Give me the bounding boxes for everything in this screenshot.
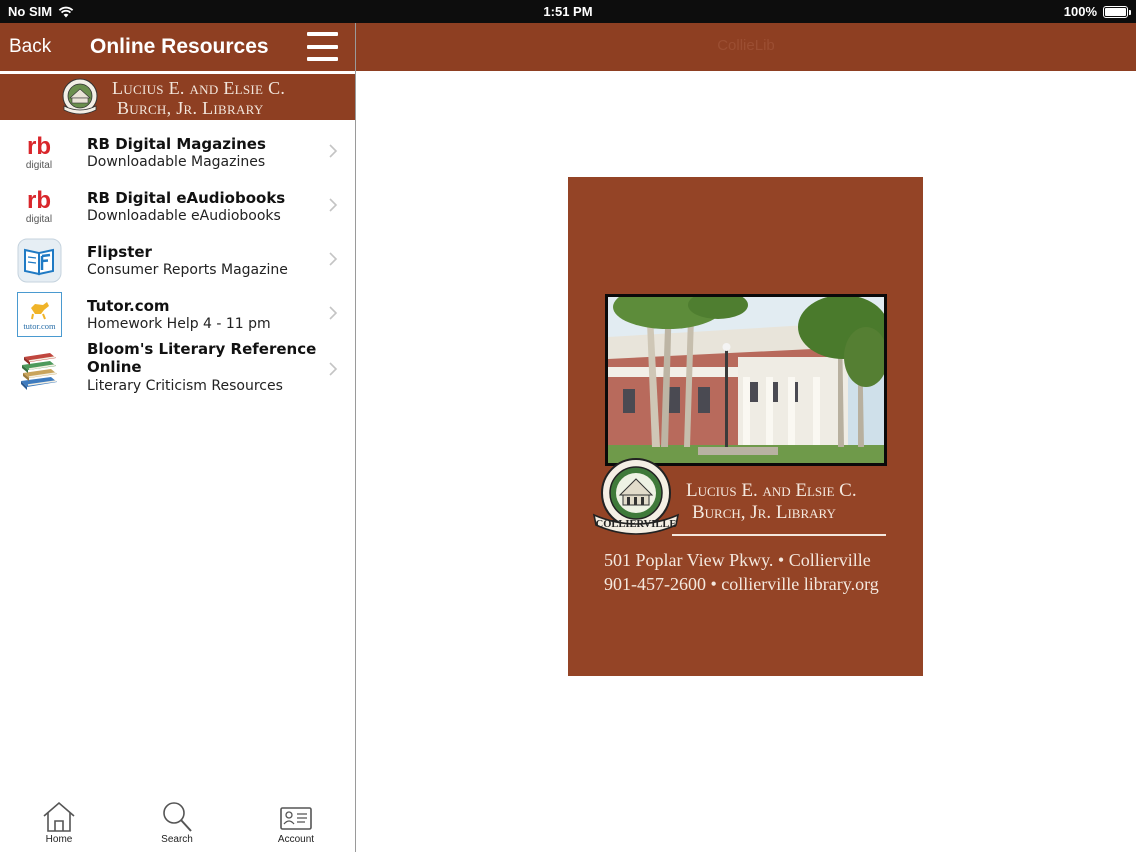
collierville-seal-text: COLLIERVILLE <box>596 519 677 530</box>
chevron-right-icon <box>329 306 338 320</box>
banner-line-2: Burch, Jr. Library <box>117 98 264 118</box>
tutor-logo-text: tutor.com <box>23 321 56 331</box>
card-name-line-2: Burch, Jr. Library <box>692 502 836 523</box>
detail-nav-bar: CollieLib <box>356 23 1136 71</box>
resources-panel: Back Online Resources Lucius E. and Elsi… <box>0 23 355 852</box>
books-icon <box>21 353 57 390</box>
collierville-seal-icon: COLLIERVILLE <box>592 458 680 535</box>
status-bar: No SIM 1:51 PM 100% <box>0 0 1136 23</box>
battery-icon <box>1103 5 1131 18</box>
list-item-subtitle: Consumer Reports Magazine <box>87 262 288 278</box>
digital-logo-text: digital <box>26 214 52 225</box>
collierville-seal-icon <box>62 78 98 115</box>
list-item-title: Tutor.com <box>87 297 170 315</box>
list-item-flipster[interactable]: Flipster Consumer Reports Magazine <box>0 229 355 283</box>
library-card-image: COLLIERVILLE Lucius E. and Elsie C. Burc… <box>568 177 923 676</box>
list-item-subtitle: Homework Help 4 - 11 pm <box>87 316 271 332</box>
rb-logo-text: rb <box>27 187 51 214</box>
home-icon <box>43 801 75 832</box>
menu-bar <box>307 44 338 49</box>
card-name-line-1: Lucius E. and Elsie C. <box>686 480 857 501</box>
tab-account[interactable]: Account <box>256 800 336 845</box>
list-item-title-line-2: Online <box>87 358 142 376</box>
rbdigital-icon: rb digital <box>17 184 62 229</box>
status-right: 100% <box>1063 4 1131 19</box>
list-item-title-line-1: Bloom's Literary Reference <box>87 340 317 358</box>
card-contact: 901-457-2600 • collierville library.org <box>604 574 879 594</box>
digital-logo-text: digital <box>26 160 52 171</box>
card-address: 501 Poplar View Pkwy. • Collierville <box>604 550 871 570</box>
chevron-right-icon <box>329 144 338 158</box>
detail-title: CollieLib <box>717 37 775 54</box>
rb-logo-text: rb <box>27 133 51 160</box>
resource-list: rb digital RB Digital Magazines Download… <box>0 121 355 399</box>
list-item-rb-digital-magazines[interactable]: rb digital RB Digital Magazines Download… <box>0 121 355 175</box>
menu-bar <box>307 57 338 61</box>
nav-bar: Back Online Resources <box>0 23 355 71</box>
list-item-title: RB Digital eAudiobooks <box>87 189 286 207</box>
tab-label: Account <box>277 834 315 845</box>
menu-bar <box>307 32 338 36</box>
card-divider-rule <box>672 534 886 536</box>
page-title: Online Resources <box>90 35 269 58</box>
battery-percent: 100% <box>1063 4 1097 19</box>
banner-library-name: Lucius E. and Elsie C. Burch, Jr. Librar… <box>112 78 285 118</box>
library-building-photo <box>605 294 887 466</box>
list-item-tutor-com[interactable]: tutor.com Tutor.com Homework Help 4 - 11… <box>0 283 355 337</box>
library-banner: Lucius E. and Elsie C. Burch, Jr. Librar… <box>0 74 355 120</box>
tab-label: Search <box>161 834 193 845</box>
list-item-subtitle: Literary Criticism Resources <box>87 378 283 394</box>
status-time: 1:51 PM <box>543 4 593 19</box>
list-item-title: Flipster <box>87 243 152 261</box>
list-item-title: Bloom's Literary Reference Online <box>87 340 316 376</box>
list-item-subtitle: Downloadable eAudiobooks <box>87 208 281 224</box>
account-card-icon <box>280 807 312 830</box>
back-button[interactable]: Back <box>9 36 51 58</box>
hamburger-menu-button[interactable] <box>307 32 338 61</box>
list-item-title: RB Digital Magazines <box>87 135 266 153</box>
list-item-rb-digital-eaudiobooks[interactable]: rb digital RB Digital eAudiobooks Downlo… <box>0 175 355 229</box>
chevron-right-icon <box>329 252 338 266</box>
chevron-right-icon <box>329 198 338 212</box>
tutor-icon: tutor.com <box>17 292 62 337</box>
tab-search[interactable]: Search <box>137 800 217 845</box>
app-screen: No SIM 1:51 PM 100% Back Online Resource… <box>0 0 1136 852</box>
chevron-right-icon <box>329 362 338 376</box>
list-item-blooms-literary-reference[interactable]: Bloom's Literary Reference Online Litera… <box>0 337 355 399</box>
banner-line-1: Lucius E. and Elsie C. <box>112 78 286 98</box>
tab-label: Home <box>45 834 73 845</box>
card-address-block: 501 Poplar View Pkwy. • Collierville 901… <box>604 548 879 596</box>
list-item-subtitle: Downloadable Magazines <box>87 154 266 170</box>
panel-divider <box>355 23 356 852</box>
rbdigital-icon: rb digital <box>17 130 62 175</box>
library-building-illustration <box>608 297 884 463</box>
search-icon <box>163 802 192 832</box>
card-library-name: Lucius E. and Elsie C. Burch, Jr. Librar… <box>686 480 857 524</box>
flipster-icon <box>17 238 62 283</box>
tab-bar: Home Search Account <box>0 800 355 852</box>
tab-home[interactable]: Home <box>19 800 99 845</box>
